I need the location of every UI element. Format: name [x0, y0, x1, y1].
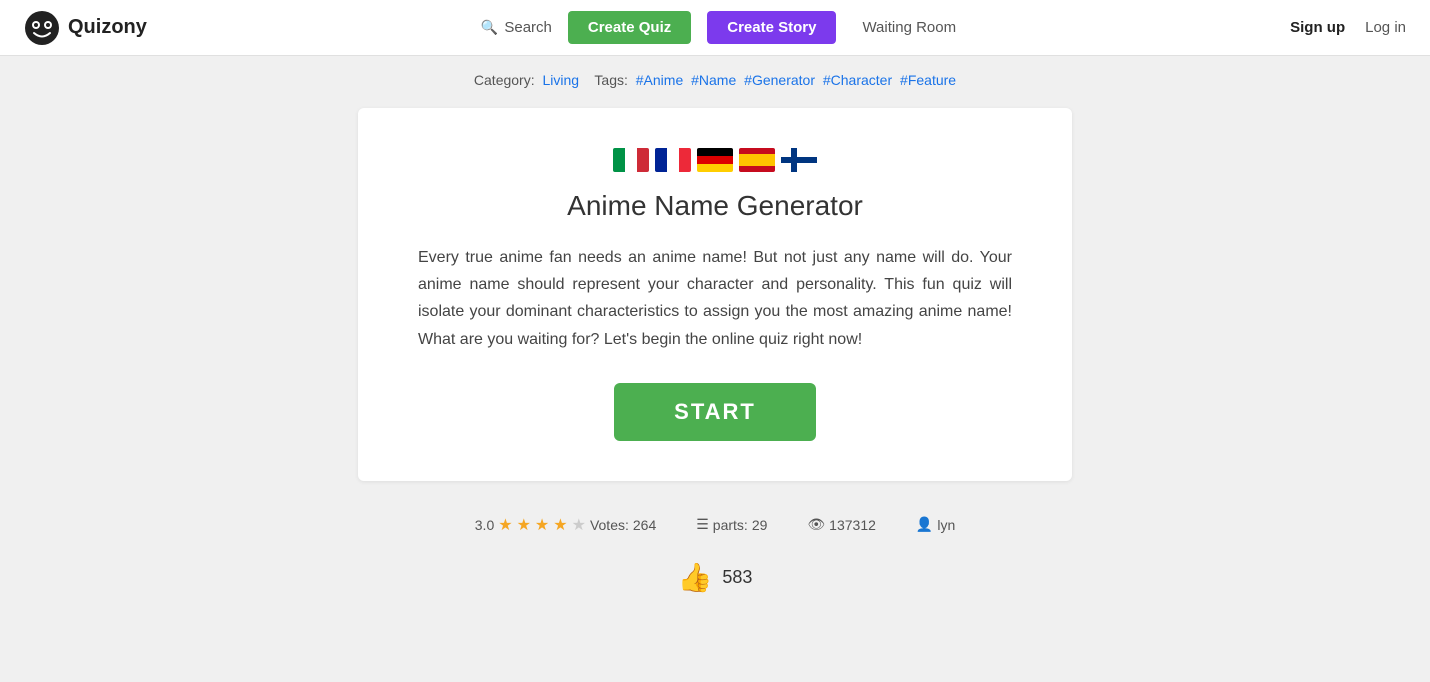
parts-count: 29 [752, 517, 768, 533]
tag-name[interactable]: #Name [691, 72, 736, 88]
tags-bar: Category: Living Tags: #Anime #Name #Gen… [0, 56, 1430, 98]
logo-icon [24, 10, 60, 46]
flags-row [418, 148, 1012, 172]
quiz-card: Anime Name Generator Every true anime fa… [358, 108, 1072, 481]
category-link[interactable]: Living [543, 72, 580, 88]
like-icon[interactable]: 👍 [678, 561, 713, 594]
flag-germany [697, 148, 733, 172]
main-container: Anime Name Generator Every true anime fa… [0, 98, 1430, 501]
quiz-description: Every true anime fan needs an anime name… [418, 244, 1012, 353]
search-area[interactable]: 🔍 Search [481, 19, 552, 36]
star-3: ★ [535, 515, 549, 535]
star-5: ★ [572, 515, 586, 535]
rating-value: 3.0 [475, 517, 494, 533]
create-quiz-button[interactable]: Create Quiz [568, 11, 691, 44]
login-button[interactable]: Log in [1365, 19, 1406, 36]
logo-text: Quizony [68, 16, 147, 39]
create-story-button[interactable]: Create Story [707, 11, 836, 44]
views-icon: 👁 [807, 516, 825, 533]
signup-button[interactable]: Sign up [1290, 19, 1345, 36]
header-right: Sign up Log in [1290, 19, 1406, 36]
flag-france [655, 148, 691, 172]
start-button[interactable]: START [614, 383, 816, 441]
views-count: 137312 [829, 517, 876, 533]
search-label: Search [504, 19, 552, 36]
parts-icon: ☰ [696, 516, 709, 533]
star-2: ★ [517, 515, 531, 535]
tag-character[interactable]: #Character [823, 72, 892, 88]
header-center: 🔍 Search Create Quiz Create Story Waitin… [167, 11, 1270, 44]
tag-generator[interactable]: #Generator [744, 72, 815, 88]
tag-anime[interactable]: #Anime [636, 72, 683, 88]
tags-label: Tags: [594, 72, 627, 88]
author-area: 👤 lyn [916, 516, 955, 533]
search-icon: 🔍 [481, 19, 498, 36]
category-label: Category: [474, 72, 535, 88]
author-icon: 👤 [916, 516, 933, 533]
quiz-title: Anime Name Generator [418, 190, 1012, 222]
like-count: 583 [722, 567, 752, 588]
tag-feature[interactable]: #Feature [900, 72, 956, 88]
flag-spain [739, 148, 775, 172]
votes-count: 264 [633, 517, 656, 533]
stats-bar: 3.0 ★ ★ ★ ★ ★ Votes: 264 ☰ parts: 29 👁 1… [0, 501, 1430, 549]
author-name: lyn [937, 517, 955, 533]
flag-italy [613, 148, 649, 172]
rating-area: 3.0 ★ ★ ★ ★ ★ Votes: 264 [475, 515, 656, 535]
views-area: 👁 137312 [807, 516, 876, 533]
parts-area: ☰ parts: 29 [696, 516, 767, 533]
star-1: ★ [498, 515, 512, 535]
parts-label: parts: [713, 517, 748, 533]
logo[interactable]: Quizony [24, 10, 147, 46]
waiting-room-link[interactable]: Waiting Room [862, 19, 956, 36]
votes-label: Votes: [590, 517, 629, 533]
flag-finland [781, 148, 817, 172]
start-button-wrapper: START [418, 383, 1012, 441]
star-4: ★ [553, 515, 567, 535]
like-bar: 👍 583 [0, 549, 1430, 614]
header: Quizony 🔍 Search Create Quiz Create Stor… [0, 0, 1430, 56]
